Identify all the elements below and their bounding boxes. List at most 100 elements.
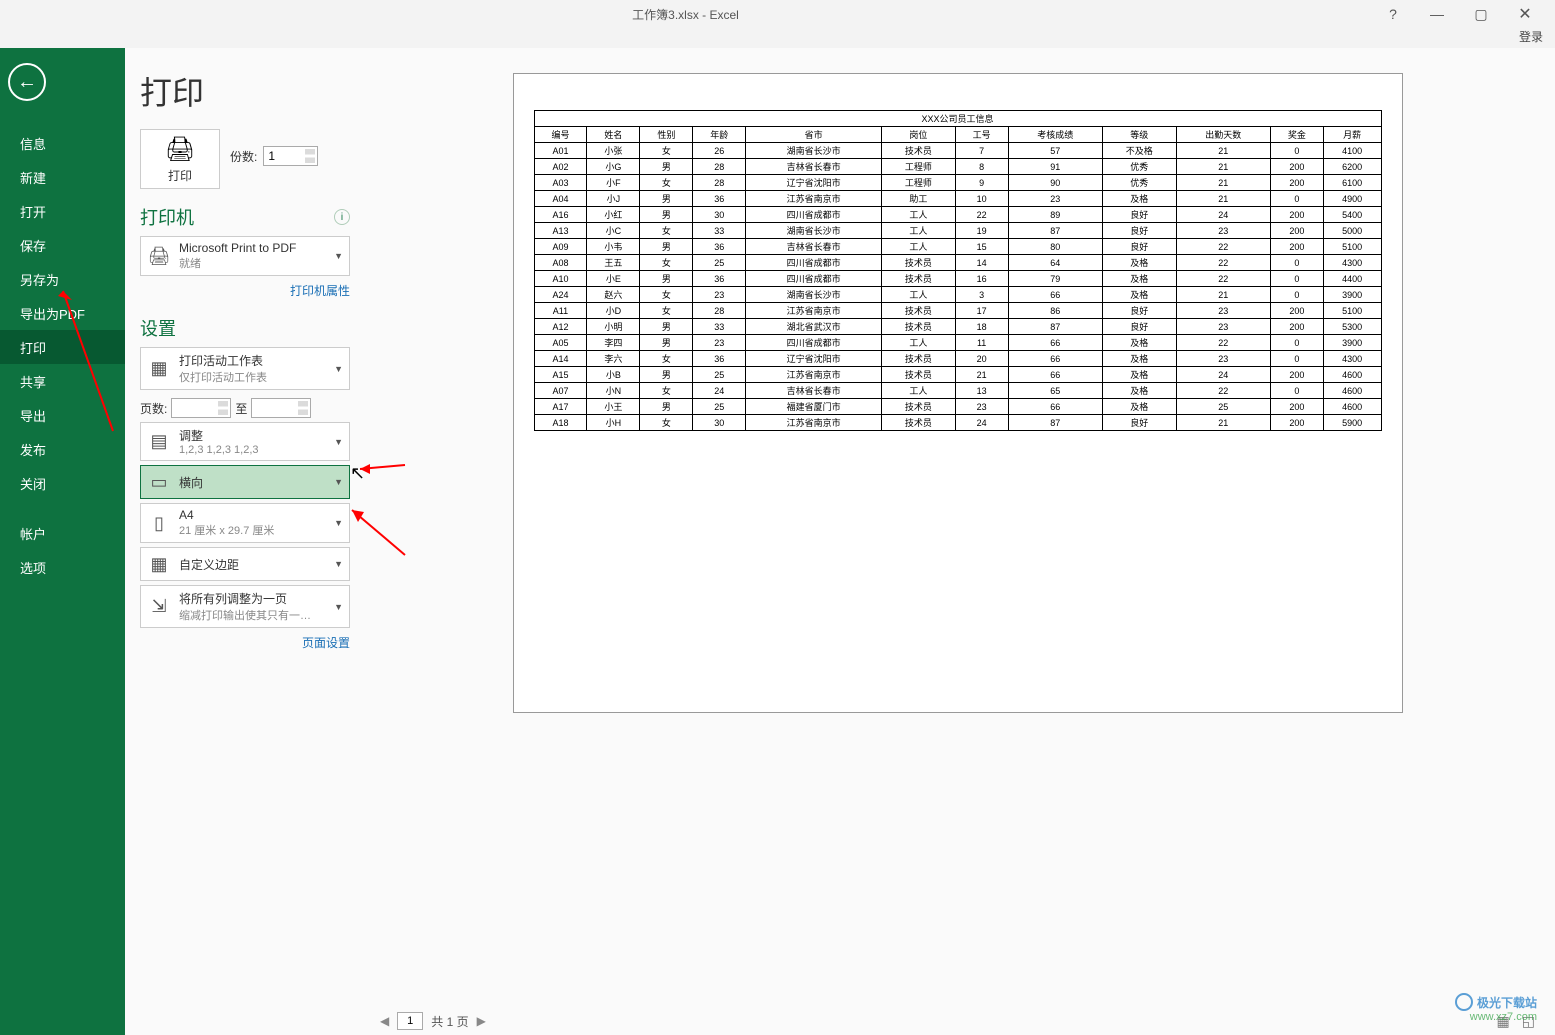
page-setup-link[interactable]: 页面设置 — [302, 634, 350, 651]
table-row: A17小王男25福建省厦门市技术员2366及格252004600 — [534, 399, 1381, 415]
table-header-cell: 年龄 — [693, 127, 746, 143]
print-button[interactable]: 🖨 打印 — [140, 129, 220, 189]
scaling-select[interactable]: ⇲ 将所有列调整为一页 缩减打印输出使其只有一… ▼ — [140, 585, 350, 628]
total-pages-label: 共 1 页 — [431, 1013, 468, 1030]
title-bar: 工作簿3.xlsx - Excel ? — ▢ ✕ — [0, 0, 1555, 28]
table-row: A03小F女28辽宁省沈阳市工程师990优秀212006100 — [534, 175, 1381, 191]
table-title: XXX公司员工信息 — [534, 111, 1381, 127]
preview-nav: ◀ 共 1 页 ▶ ▦ ◱ — [360, 1007, 1555, 1035]
page-from-stepper[interactable] — [171, 398, 231, 418]
paper-size-select[interactable]: ▯ A4 21 厘米 x 29.7 厘米 ▼ — [140, 503, 350, 543]
chevron-down-icon: ▼ — [334, 437, 343, 447]
table-header-cell: 月薪 — [1323, 127, 1381, 143]
table-row: A07小N女24吉林省长春市工人1365及格2204600 — [534, 383, 1381, 399]
collate-icon: ▤ — [147, 430, 171, 454]
print-settings-panel: 打印 🖨 打印 份数: 1 打印机 i 🖨 Microsoft Print to… — [125, 48, 360, 1035]
table-header-cell: 奖金 — [1270, 127, 1323, 143]
chevron-down-icon: ▼ — [334, 518, 343, 528]
sidebar-item-导出为PDF[interactable]: 导出为PDF — [0, 296, 125, 330]
sidebar-item-帐户[interactable]: 帐户 — [0, 516, 125, 550]
chevron-down-icon: ▼ — [334, 364, 343, 374]
page-title: 打印 — [140, 68, 350, 114]
sidebar-item-保存[interactable]: 保存 — [0, 228, 125, 262]
table-row: A24赵六女23湖南省长沙市工人366及格2103900 — [534, 287, 1381, 303]
table-header-cell: 工号 — [955, 127, 1008, 143]
sidebar-item-打开[interactable]: 打开 — [0, 194, 125, 228]
print-preview-area: XXX公司员工信息 编号姓名性别年龄省市岗位工号考核成绩等级出勤天数奖金月薪 A… — [360, 48, 1555, 1035]
scale-icon: ⇲ — [147, 595, 171, 619]
collation-select[interactable]: ▤ 调整 1,2,3 1,2,3 1,2,3 ▼ — [140, 422, 350, 461]
margins-icon: ▦ — [147, 552, 171, 576]
printer-icon: 🖨 — [165, 135, 195, 164]
minimize-icon[interactable]: — — [1415, 2, 1459, 26]
backstage-sidebar: ← 信息新建打开保存另存为导出为PDF打印共享导出发布关闭 帐户选项 — [0, 48, 125, 1035]
maximize-icon[interactable]: ▢ — [1459, 2, 1503, 26]
table-row: A05李四男23四川省成都市工人1166及格2203900 — [534, 335, 1381, 351]
sidebar-item-信息[interactable]: 信息 — [0, 126, 125, 160]
copies-stepper[interactable]: 1 — [263, 146, 318, 166]
table-header-cell: 编号 — [534, 127, 587, 143]
close-icon[interactable]: ✕ — [1503, 2, 1547, 26]
table-header-cell: 姓名 — [587, 127, 640, 143]
sidebar-item-选项[interactable]: 选项 — [0, 550, 125, 584]
table-row: A09小韦男36吉林省长春市工人1580良好222005100 — [534, 239, 1381, 255]
back-button[interactable]: ← — [8, 63, 46, 101]
landscape-icon: ▭ — [147, 470, 171, 494]
chevron-down-icon: ▼ — [334, 477, 343, 487]
table-header-cell: 性别 — [640, 127, 693, 143]
table-row: A04小J男36江苏省南京市助工1023及格2104900 — [534, 191, 1381, 207]
sidebar-item-发布[interactable]: 发布 — [0, 432, 125, 466]
page-icon: ▯ — [147, 511, 171, 535]
watermark-logo-icon — [1455, 993, 1473, 1011]
orientation-select[interactable]: ▭ 横向 ▼ — [140, 465, 350, 499]
table-header-cell: 岗位 — [882, 127, 956, 143]
table-row: A11小D女28江苏省南京市技术员1786良好232005100 — [534, 303, 1381, 319]
page-range-row: 页数: 至 — [140, 398, 350, 418]
employee-table: XXX公司员工信息 编号姓名性别年龄省市岗位工号考核成绩等级出勤天数奖金月薪 A… — [534, 110, 1382, 431]
table-row: A16小红男30四川省成都市工人2289良好242005400 — [534, 207, 1381, 223]
preview-page: XXX公司员工信息 编号姓名性别年龄省市岗位工号考核成绩等级出勤天数奖金月薪 A… — [513, 73, 1403, 713]
window-title: 工作簿3.xlsx - Excel — [0, 6, 1371, 23]
table-row: A10小E男36四川省成都市技术员1679及格2204400 — [534, 271, 1381, 287]
login-bar: 登录 — [0, 28, 1555, 48]
table-row: A12小明男33湖北省武汉市技术员1887良好232005300 — [534, 319, 1381, 335]
page-to-stepper[interactable] — [251, 398, 311, 418]
sidebar-item-共享[interactable]: 共享 — [0, 364, 125, 398]
printer-ready-icon: 🖨 — [147, 244, 171, 268]
next-page-button[interactable]: ▶ — [477, 1014, 486, 1028]
chevron-down-icon: ▼ — [334, 559, 343, 569]
sheet-icon: ▦ — [147, 357, 171, 381]
printer-properties-link[interactable]: 打印机属性 — [290, 282, 350, 299]
table-header-cell: 等级 — [1102, 127, 1176, 143]
cursor-icon: ↖ — [350, 463, 365, 484]
sidebar-item-新建[interactable]: 新建 — [0, 160, 125, 194]
sidebar-item-另存为[interactable]: 另存为 — [0, 262, 125, 296]
help-icon[interactable]: ? — [1371, 2, 1415, 26]
chevron-down-icon: ▼ — [334, 602, 343, 612]
table-header-cell: 考核成绩 — [1008, 127, 1102, 143]
printer-select[interactable]: 🖨 Microsoft Print to PDF 就绪 ▼ — [140, 236, 350, 276]
current-page-input[interactable] — [397, 1012, 423, 1030]
table-row: A14李六女36辽宁省沈阳市技术员2066及格2304300 — [534, 351, 1381, 367]
watermark: 极光下载站 www.xz7.com — [1455, 993, 1537, 1023]
prev-page-button[interactable]: ◀ — [380, 1014, 389, 1028]
sidebar-item-导出[interactable]: 导出 — [0, 398, 125, 432]
print-button-label: 打印 — [168, 167, 192, 184]
print-scope-select[interactable]: ▦ 打印活动工作表 仅打印活动工作表 ▼ — [140, 347, 350, 390]
table-row: A15小B男25江苏省南京市技术员2166及格242004600 — [534, 367, 1381, 383]
table-header-cell: 省市 — [746, 127, 882, 143]
table-header-cell: 出勤天数 — [1176, 127, 1270, 143]
table-row: A01小张女26湖南省长沙市技术员757不及格2104100 — [534, 143, 1381, 159]
table-row: A13小C女33湖南省长沙市工人1987良好232005000 — [534, 223, 1381, 239]
sidebar-item-打印[interactable]: 打印 — [0, 330, 125, 364]
printer-section-header: 打印机 i — [140, 204, 350, 230]
chevron-down-icon: ▼ — [334, 251, 343, 261]
settings-section-header: 设置 — [140, 315, 350, 341]
info-icon[interactable]: i — [334, 209, 350, 225]
login-link[interactable]: 登录 — [1519, 28, 1543, 48]
table-row: A18小H女30江苏省南京市技术员2487良好212005900 — [534, 415, 1381, 431]
sidebar-item-关闭[interactable]: 关闭 — [0, 466, 125, 500]
table-row: A02小G男28吉林省长春市工程师891优秀212006200 — [534, 159, 1381, 175]
copies-label: 份数: — [230, 148, 257, 165]
margins-select[interactable]: ▦ 自定义边距 ▼ — [140, 547, 350, 581]
